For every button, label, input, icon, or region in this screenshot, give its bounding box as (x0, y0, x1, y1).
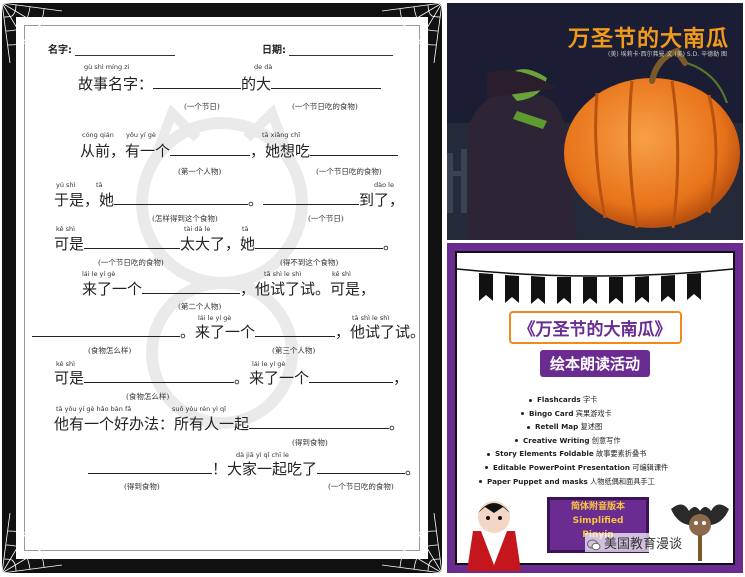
cover-credits: (美) 埃莉卡·西尔弗曼 文 (美) S.D. 辛德勒 图 (608, 51, 727, 58)
blank-character[interactable] (170, 141, 251, 156)
blank-character[interactable] (309, 368, 394, 383)
hint: (第二个人物) (178, 302, 222, 311)
hint: (一个节日吃的食物) (292, 102, 358, 111)
list-item: Creative Writing 创意写作 (479, 434, 719, 448)
list-item: Flashcards 字卡 (479, 393, 719, 407)
wechat-icon (587, 539, 601, 550)
bunting-banner (457, 268, 733, 304)
hint: (得到食物) (124, 482, 160, 491)
pinyin: lái le yí gè (82, 270, 116, 278)
blank-food[interactable] (271, 74, 382, 89)
pinyin: tā shì le shì (264, 270, 302, 278)
list-item: Retell Map 复述图 (479, 420, 719, 434)
hint: (一个节日吃的食物) (316, 167, 382, 176)
blank-how[interactable] (114, 190, 249, 205)
hint: (第一个人物) (178, 167, 222, 176)
pinyin: de dà (254, 63, 273, 71)
hint: (一个节日) (308, 214, 344, 223)
pinyin: tā yǒu yí gè hǎo bàn fǎ (56, 405, 132, 413)
list-item: Editable PowerPoint Presentation 可编辑课件 (479, 461, 719, 475)
card-title: 《万圣节的大南瓜》 绘本朗读活动 (447, 311, 743, 377)
story-line-5: 来了一个 ，他试了试。可是， (82, 279, 376, 298)
name-label: 名字: (48, 45, 72, 56)
blank-food[interactable] (317, 459, 406, 474)
pinyin: kě shì (332, 270, 351, 278)
story-line-9: ！大家一起吃了。 (88, 458, 420, 479)
list-item: Paper Puppet and masks 人物纸偶和面具手工 (479, 475, 719, 489)
blank-food-state[interactable] (84, 368, 235, 383)
story-line-3: 于是，她。到了， (54, 190, 405, 209)
pinyin: tā xiǎng chī (262, 131, 301, 139)
blank-character[interactable] (142, 279, 241, 294)
activity-card: 《万圣节的大南瓜》 绘本朗读活动 Flashcards 字卡 Bingo Car… (447, 243, 743, 573)
book-cover: 万圣节的大南瓜 (美) 埃莉卡·西尔弗曼 文 (美) S.D. 辛德勒 图 (447, 3, 743, 240)
list-item: Story Elements Foldable 故事要素折叠书 (479, 447, 719, 461)
blank-holiday[interactable] (153, 74, 242, 89)
list-item: Bingo Card 宾果游戏卡 (479, 407, 719, 421)
activity-list: Flashcards 字卡 Bingo Card 宾果游戏卡 Retell Ma… (479, 393, 719, 488)
story-line-2: 从前，有一个 ，她想吃 (80, 140, 399, 161)
blank-food[interactable] (310, 141, 399, 156)
account-watermark: 美国教育漫谈 (585, 533, 685, 552)
hint: (食物怎么样) (126, 392, 170, 401)
blank-food[interactable] (84, 234, 181, 249)
pinyin: suǒ yǒu rén yì qǐ (172, 405, 226, 413)
pinyin: tài dà le (184, 225, 211, 233)
pinyin: kě shì (56, 225, 75, 233)
hint: (第三个人物) (272, 346, 316, 355)
blank-holiday[interactable] (263, 190, 360, 205)
pinyin: tā (242, 225, 249, 233)
story-line-6: 。来了一个 ，他试了试。 (32, 321, 425, 342)
story-line-4: 可是 太大了，她。 (54, 234, 399, 253)
hint: (一个节日) (184, 102, 220, 111)
story-line-1: 故事名字： 的大 (78, 73, 382, 94)
pinyin: dào le (374, 181, 394, 189)
vampire-icon (467, 501, 521, 571)
spiderweb-icon (382, 513, 442, 573)
name-field[interactable]: 名字: (48, 41, 176, 56)
hint: (食物怎么样) (88, 346, 132, 355)
story-worksheet: 名字: 日期: gù shì míng zi de dà 故事名字： 的大 (一个… (2, 3, 442, 573)
card-title-sub: 绘本朗读活动 (539, 350, 650, 377)
pinyin: cóng qián (82, 131, 114, 139)
story-line-7: 可是 。来了一个， (54, 368, 409, 387)
pinyin: tā (96, 181, 103, 189)
blank-action[interactable] (249, 414, 390, 429)
date-field[interactable]: 日期: (262, 41, 394, 56)
blank-result[interactable] (88, 459, 212, 474)
pinyin: gù shì míng zi (84, 63, 130, 71)
story-line-8: 他有一个好办法：所有人一起。 (54, 414, 405, 433)
hint: (一个节日吃的食物) (328, 482, 394, 491)
hint: (得到食物) (292, 438, 328, 447)
blank-food-state[interactable] (32, 322, 180, 337)
hint: (怎样得到这个食物) (152, 214, 218, 223)
pinyin: yǒu yí gè (126, 131, 156, 139)
hint: (得不到这个食物) (280, 258, 339, 267)
date-label: 日期: (262, 45, 286, 56)
hint: (一个节日吃的食物) (98, 258, 164, 267)
spiderweb-icon (2, 513, 62, 573)
blank-character[interactable] (255, 322, 336, 337)
card-title-main: 《万圣节的大南瓜》 (508, 311, 682, 344)
blank-result[interactable] (255, 234, 384, 249)
pinyin: yú shì (56, 181, 76, 189)
